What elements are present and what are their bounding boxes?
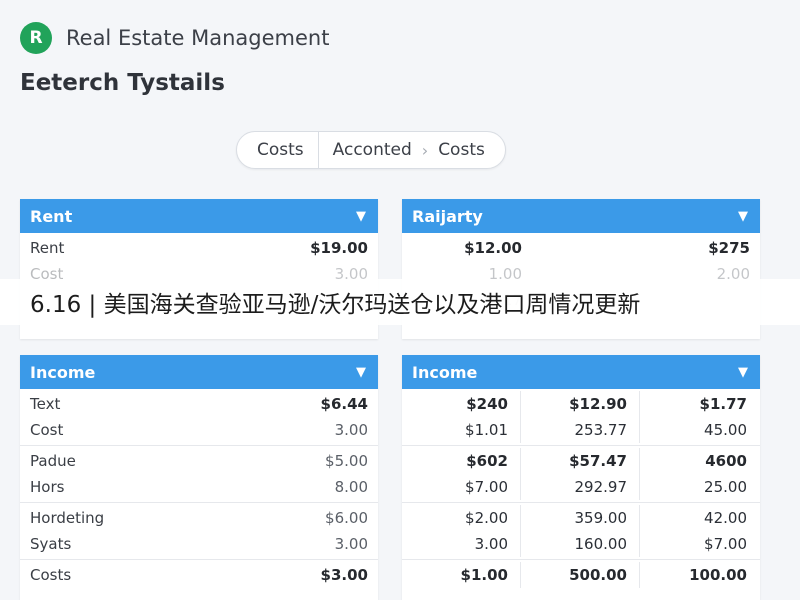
income-group: $602 $57.47 4600 $7.00 292.97 25.00 <box>402 446 760 503</box>
table-cell: $2.00 <box>402 505 521 531</box>
table-cell: 160.00 <box>521 531 640 557</box>
table-cell: $1.01 <box>402 417 521 443</box>
table-cell: $7.00 <box>704 535 747 553</box>
table-cell: 42.00 <box>704 509 747 527</box>
income-group: Padue $5.00 Hors 8.00 <box>20 446 378 503</box>
breadcrumb: Costs Acconted › Costs <box>236 131 506 169</box>
table-row: Hordeting $6.00 <box>20 505 378 531</box>
table-row: Cost 3.00 <box>20 417 378 443</box>
row-label: Rent <box>30 239 65 257</box>
row-label: Costs <box>30 566 72 584</box>
banner-text: 6.16 | 美国海关查验亚马逊/沃尔玛送仓以及港口周情况更新 <box>30 292 641 318</box>
table-row: $12.00 $275 <box>402 235 760 261</box>
table-row: Hors 8.00 <box>20 474 378 500</box>
row-value: $19.00 <box>310 239 368 257</box>
breadcrumb-divider <box>317 131 319 169</box>
table-row: $7.00 292.97 25.00 <box>402 474 760 500</box>
income-total-group: Costs $3.00 <box>20 560 378 590</box>
table-row: $2.00 359.00 42.00 <box>402 505 760 531</box>
table-cell: 292.97 <box>521 474 640 500</box>
row-value: $12.00 <box>464 239 522 257</box>
row-label: Text <box>30 395 61 413</box>
rent-panel-header[interactable]: Rent ▼ <box>20 199 378 233</box>
table-cell: $602 <box>402 448 521 474</box>
table-row: Rent $19.00 <box>20 235 378 261</box>
overlay-banner: 6.16 | 美国海关查验亚马逊/沃尔玛送仓以及港口周情况更新 <box>0 279 800 325</box>
income-panel-detail: Income ▼ $240 $12.90 $1.77 $1.01 253.77 … <box>402 355 760 600</box>
table-cell: 3.00 <box>402 531 521 557</box>
realty-panel-header[interactable]: Raijarty ▼ <box>402 199 760 233</box>
table-cell: $240 <box>402 391 521 417</box>
table-cell: 359.00 <box>521 505 640 531</box>
table-row-total: $1.00 500.00 100.00 <box>402 562 760 588</box>
income-panel-header[interactable]: Income ▼ <box>402 355 760 389</box>
row-value: $5.00 <box>325 452 368 470</box>
table-cell: $1.77 <box>699 395 747 413</box>
breadcrumb-item-costs[interactable]: Costs <box>257 140 304 160</box>
table-row: Syats 3.00 <box>20 531 378 557</box>
table-cell: 500.00 <box>521 562 640 588</box>
table-cell: $7.00 <box>402 474 521 500</box>
income-group: $2.00 359.00 42.00 3.00 160.00 $7.00 <box>402 503 760 560</box>
app-title: Real Estate Management <box>66 26 330 50</box>
table-row: $1.01 253.77 45.00 <box>402 417 760 443</box>
panel-title: Income <box>30 362 96 382</box>
row-label: Hors <box>30 478 65 496</box>
row-value: $275 <box>708 239 750 257</box>
panel-title: Income <box>412 362 478 382</box>
panel-title: Raijarty <box>412 206 483 226</box>
row-label: Syats <box>30 535 72 553</box>
table-row: Text $6.44 <box>20 391 378 417</box>
chevron-down-icon[interactable]: ▼ <box>356 365 366 380</box>
table-cell: 4600 <box>705 452 747 470</box>
income-total-group: $1.00 500.00 100.00 <box>402 560 760 590</box>
table-cell: $57.47 <box>521 448 640 474</box>
row-value: $6.00 <box>325 509 368 527</box>
table-cell: 25.00 <box>704 478 747 496</box>
chevron-down-icon[interactable]: ▼ <box>738 209 748 224</box>
chevron-down-icon[interactable]: ▼ <box>738 365 748 380</box>
table-cell: 100.00 <box>689 566 747 584</box>
income-group: Hordeting $6.00 Syats 3.00 <box>20 503 378 560</box>
table-row: 3.00 160.00 $7.00 <box>402 531 760 557</box>
row-value: 3.00 <box>334 421 368 439</box>
row-label: Padue <box>30 452 76 470</box>
table-row: $602 $57.47 4600 <box>402 448 760 474</box>
income-panel-header[interactable]: Income ▼ <box>20 355 378 389</box>
row-value: 8.00 <box>334 478 368 496</box>
breadcrumb-item-acconted[interactable]: Acconted <box>333 140 412 160</box>
breadcrumb-item-costs-current[interactable]: Costs <box>438 140 485 160</box>
table-row: $240 $12.90 $1.77 <box>402 391 760 417</box>
chevron-down-icon[interactable]: ▼ <box>356 209 366 224</box>
app-logo: R <box>20 22 52 54</box>
row-value: $6.44 <box>320 395 368 413</box>
row-value: 3.00 <box>334 535 368 553</box>
chevron-right-icon: › <box>421 140 429 160</box>
table-row-total: Costs $3.00 <box>20 562 378 588</box>
row-label: Cost <box>30 421 64 439</box>
row-label: Hordeting <box>30 509 105 527</box>
row-value: $3.00 <box>320 566 368 584</box>
table-cell: 253.77 <box>521 417 640 443</box>
app-header: R Real Estate Management <box>20 22 329 54</box>
income-panel: Income ▼ Text $6.44 Cost 3.00 Padue $5.0… <box>20 355 378 600</box>
income-group: Text $6.44 Cost 3.00 <box>20 389 378 446</box>
page-title: Eeterch Tystails <box>20 70 225 96</box>
income-group: $240 $12.90 $1.77 $1.01 253.77 45.00 <box>402 389 760 446</box>
table-cell: $1.00 <box>402 562 521 588</box>
table-cell: 45.00 <box>704 421 747 439</box>
table-row: Padue $5.00 <box>20 448 378 474</box>
panel-title: Rent <box>30 206 73 226</box>
table-cell: $12.90 <box>521 391 640 417</box>
